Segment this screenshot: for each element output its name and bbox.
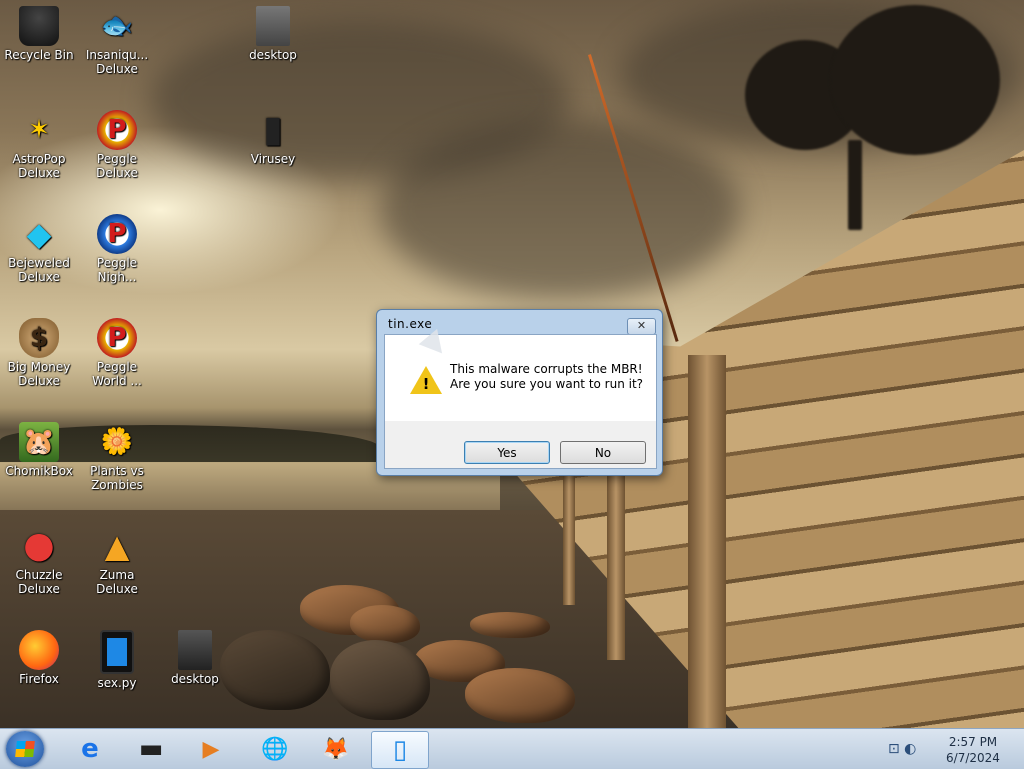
yes-button[interactable]: Yes [464, 441, 550, 464]
icon-chuzzle[interactable]: ● Chuzzle Deluxe [0, 525, 79, 597]
money-bag-icon: $ [19, 318, 59, 358]
firefox-icon [19, 630, 59, 670]
windows-logo-icon [15, 741, 35, 757]
icon-desktop-file[interactable]: desktop [233, 6, 313, 62]
document-icon [178, 630, 212, 670]
fence-post [688, 355, 726, 728]
flower-icon: 🌼 [100, 427, 134, 457]
peggle-icon: P [97, 110, 137, 150]
malware-warning-dialog: tin.exe ✕ ! This malware corrupts the MB… [376, 309, 663, 476]
icon-peggle-world[interactable]: P Peggle World ... [77, 318, 157, 388]
gem-icon: ◆ [26, 215, 52, 253]
peggle-nights-icon: P [97, 214, 137, 254]
icon-label: Peggle Deluxe [96, 152, 138, 180]
icon-label: ChomikBox [5, 464, 73, 478]
tree-trunk [848, 140, 862, 230]
no-button[interactable]: No [560, 441, 646, 464]
icon-label: Recycle Bin [4, 48, 74, 62]
recycle-bin-icon [19, 6, 59, 46]
icon-label: Big Money Deluxe [7, 360, 71, 388]
message-line-2: Are you sure you want to run it? [450, 377, 644, 391]
icon-chomikbox[interactable]: 🐹 ChomikBox [0, 422, 79, 478]
icon-plants-vs-zombies[interactable]: 🌼 Plants vs Zombies [77, 422, 157, 492]
document-icon [256, 6, 290, 46]
virusey-icon: ▮ [263, 109, 283, 150]
icon-bejeweled[interactable]: ◆ Bejeweled Deluxe [0, 214, 79, 284]
dialog-title: tin.exe [388, 317, 433, 331]
fence-post [563, 475, 575, 605]
icon-astropop[interactable]: ✶ AstroPop Deluxe [0, 110, 79, 180]
system-tray-icons[interactable]: ⊡ ◐ [888, 741, 916, 757]
icon-label: Insaniqu... Deluxe [85, 48, 149, 76]
icon-label: desktop [249, 48, 297, 62]
icon-label: Firefox [19, 672, 59, 686]
icon-label: Bejeweled Deluxe [8, 256, 70, 284]
clock-date: 6/7/2024 [946, 751, 1000, 765]
icon-peggle-deluxe[interactable]: P Peggle Deluxe [77, 110, 157, 180]
peggle-world-icon: P [97, 318, 137, 358]
icon-recycle-bin[interactable]: Recycle Bin [0, 6, 79, 62]
start-button[interactable] [6, 731, 44, 767]
warning-icon-mark: ! [422, 375, 430, 393]
clock-time: 2:57 PM [948, 735, 998, 749]
zuma-icon: ▲ [104, 527, 130, 565]
icon-label: Peggle World ... [92, 360, 142, 388]
taskbar: e ▬ ▶ 🌐 🦊 ▯ ⊡ ◐ 2:57 PM 6/7/2024 [0, 728, 1024, 769]
icon-label: Plants vs Zombies [90, 464, 144, 492]
internet-explorer-icon[interactable]: e [64, 731, 116, 767]
cloud [380, 120, 740, 300]
media-player-icon[interactable]: ▶ [185, 731, 237, 767]
rock [350, 605, 420, 643]
clock[interactable]: 2:57 PM 6/7/2024 [930, 734, 1016, 766]
tree [830, 5, 1000, 155]
icon-firefox[interactable]: Firefox [0, 630, 79, 686]
dialog-body: ! This malware corrupts the MBR! Are you… [384, 334, 657, 469]
tablet-icon [100, 630, 134, 674]
fish-icon: 🐟 [100, 11, 134, 41]
icon-sex-py[interactable]: sex.py [77, 630, 157, 690]
close-button[interactable]: ✕ [627, 318, 656, 335]
globe-icon[interactable]: 🌐 [249, 731, 301, 767]
icon-label: Peggle Nigh... [96, 256, 138, 284]
dialog-titlebar[interactable]: tin.exe ✕ [377, 310, 662, 335]
astropop-icon: ✶ [28, 115, 50, 145]
icon-label: Chuzzle Deluxe [15, 568, 63, 596]
icon-insaniquarium[interactable]: 🐟 Insaniqu... Deluxe [77, 6, 157, 76]
hamster-icon: 🐹 [19, 422, 59, 462]
icon-label: AstroPop Deluxe [12, 152, 66, 180]
icon-label: sex.py [97, 676, 137, 690]
sex-py-taskbar-icon[interactable]: ▯ [371, 731, 429, 769]
rock [470, 612, 550, 638]
virusey-taskbar-icon[interactable]: ▬ [125, 731, 177, 767]
chuzzle-icon: ● [23, 525, 55, 566]
icon-label: desktop [171, 672, 219, 686]
tablet-screen [107, 638, 127, 666]
fence-post [607, 470, 625, 660]
icon-label: Zuma Deluxe [96, 568, 138, 596]
firefox-taskbar-icon[interactable]: 🦊 [310, 731, 362, 767]
icon-zuma[interactable]: ▲ Zuma Deluxe [77, 526, 157, 596]
dialog-message: This malware corrupts the MBR! Are you s… [450, 362, 643, 392]
message-line-1: This malware corrupts the MBR! [450, 362, 643, 376]
icon-desktop-file-2[interactable]: desktop [155, 630, 235, 686]
icon-virusey[interactable]: ▮ Virusey [233, 109, 313, 167]
icon-label: Virusey [250, 152, 296, 166]
icon-big-money[interactable]: $ Big Money Deluxe [0, 318, 79, 388]
icon-peggle-nights[interactable]: P Peggle Nigh... [77, 214, 157, 284]
